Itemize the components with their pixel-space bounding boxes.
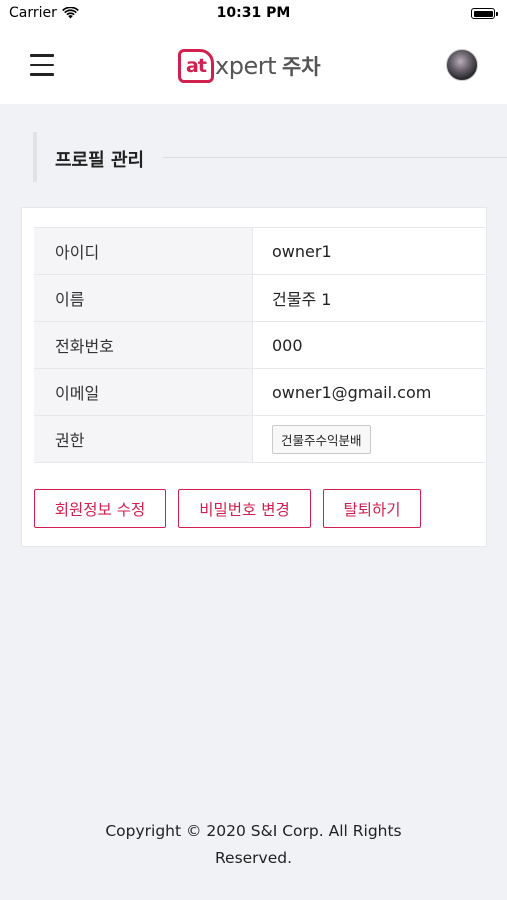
status-time: 10:31 PM [216,5,291,21]
battery-icon [471,8,498,19]
role-badge: 건물주수익분배 [272,424,371,454]
row-value-name: 건물주 1 [252,274,485,322]
table-row: 전화번호 000 [34,321,485,369]
change-password-button[interactable]: 비밀번호 변경 [178,489,311,528]
profile-card: 아이디 owner1 이름 건물주 1 전화번호 000 이메일 owner1@… [21,207,487,547]
hamburger-menu-icon[interactable] [30,54,54,76]
table-row: 아이디 owner1 [34,227,485,275]
withdraw-button[interactable]: 탈퇴하기 [323,489,421,528]
logo-xpert-text: xpert [215,52,276,80]
app-header: at xpert 주차 [0,28,507,104]
section-header: 프로필 관리 [33,132,507,182]
app-logo[interactable]: at xpert 주차 [178,46,321,86]
profile-table: 아이디 owner1 이름 건물주 1 전화번호 000 이메일 owner1@… [34,227,485,463]
row-value-email: owner1@gmail.com [252,368,485,416]
action-buttons: 회원정보 수정 비밀번호 변경 탈퇴하기 [34,489,421,528]
logo-at-text: at [186,55,207,77]
row-value-phone: 000 [252,321,485,369]
edit-profile-button[interactable]: 회원정보 수정 [34,489,166,528]
row-label-id: 아이디 [34,227,253,275]
user-avatar[interactable] [446,49,478,81]
table-row: 이름 건물주 1 [34,274,485,322]
copyright-line-2: Reserved. [214,849,293,867]
row-value-id: owner1 [252,227,485,275]
logo-mark: at [178,49,214,83]
table-row: 이메일 owner1@gmail.com [34,368,485,416]
page-title: 프로필 관리 [55,150,145,171]
section-title-accent [33,132,37,182]
row-label-name: 이름 [34,274,253,322]
footer: Copyright © 2020 S&I Corp. All Rights Re… [0,818,507,872]
status-bar: Carrier 10:31 PM [0,0,507,28]
table-row: 권한 건물주수익분배 [34,415,485,463]
row-label-phone: 전화번호 [34,321,253,369]
row-label-role: 권한 [34,415,253,463]
row-value-role: 건물주수익분배 [252,415,485,463]
section-divider [163,157,507,158]
row-label-email: 이메일 [34,368,253,416]
logo-service-text: 주차 [281,55,321,79]
copyright-line-1: Copyright © 2020 S&I Corp. All Rights [105,822,402,840]
